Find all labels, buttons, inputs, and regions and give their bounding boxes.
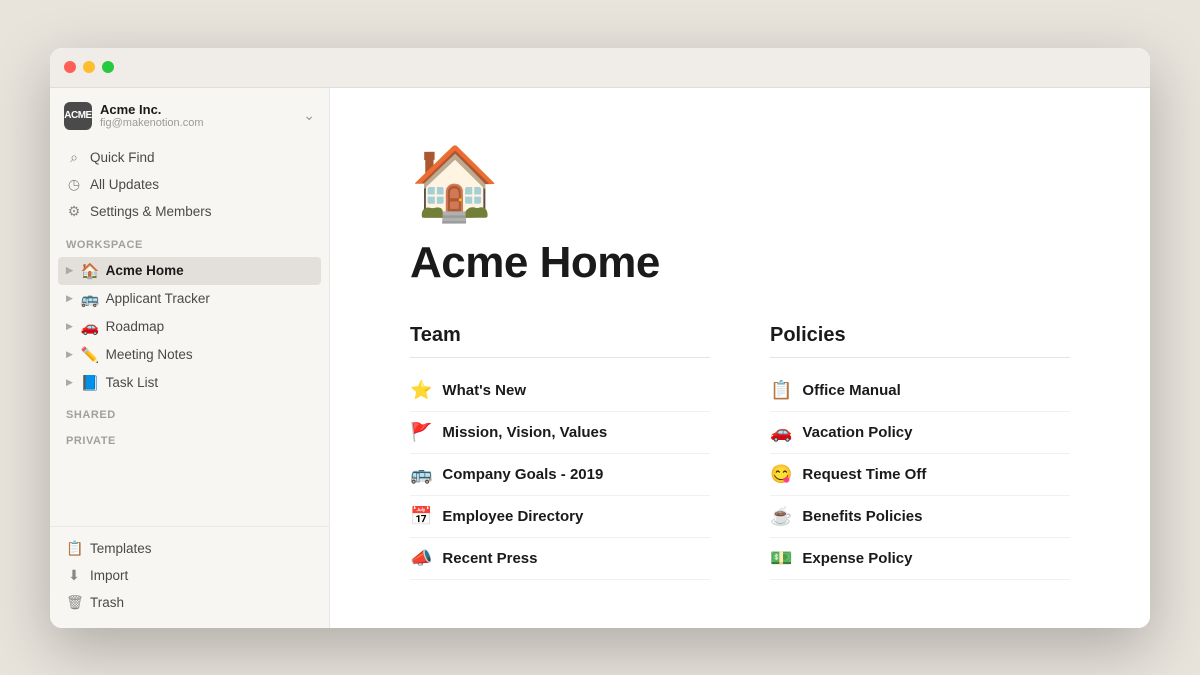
nav-item-import[interactable]: ⬇ Import bbox=[58, 562, 321, 589]
workspace-item-acme-home[interactable]: ▶ 🏠 Acme Home bbox=[58, 257, 321, 285]
item-emoji-acme-home: 🏠 bbox=[81, 262, 100, 280]
policies-item-vacation[interactable]: 🚗 Vacation Policy bbox=[770, 412, 1070, 454]
app-window: ACME Acme Inc. fig@makenotion.com ⌄ ⌕ Qu… bbox=[50, 48, 1150, 628]
chevron-down-icon: ⌄ bbox=[303, 107, 315, 124]
page-icon: 🏠 bbox=[410, 148, 1070, 220]
arrow-icon: ▶ bbox=[66, 349, 73, 360]
nav-label-all-updates: All Updates bbox=[90, 177, 159, 192]
nav-label-settings: Settings & Members bbox=[90, 204, 212, 219]
workspace-item-task-list[interactable]: ▶ 📘 Task List bbox=[58, 369, 321, 397]
team-item-employee-directory[interactable]: 📅 Employee Directory bbox=[410, 496, 710, 538]
item-emoji-roadmap: 🚗 bbox=[81, 318, 100, 336]
arrow-icon: ▶ bbox=[66, 377, 73, 388]
team-item-recent-press[interactable]: 📣 Recent Press bbox=[410, 538, 710, 580]
policies-title: Policies bbox=[770, 324, 1070, 358]
team-item-label-whats-new: What's New bbox=[442, 382, 526, 399]
minimize-button[interactable] bbox=[83, 61, 95, 73]
workspace-items: ▶ 🏠 Acme Home ▶ 🚌 Applicant Tracker ▶ 🚗 … bbox=[50, 255, 329, 399]
item-label-applicant-tracker: Applicant Tracker bbox=[106, 291, 210, 306]
bottom-nav: 📋 Templates ⬇ Import 🗑 Trash bbox=[50, 526, 329, 628]
megaphone-icon: 📣 bbox=[410, 548, 432, 569]
search-icon: ⌕ bbox=[66, 149, 82, 166]
trash-icon: 🗑 bbox=[66, 594, 82, 611]
star-icon: ⭐ bbox=[410, 380, 432, 401]
team-item-label-employee-directory: Employee Directory bbox=[442, 508, 583, 525]
sidebar: ACME Acme Inc. fig@makenotion.com ⌄ ⌕ Qu… bbox=[50, 88, 330, 628]
team-item-label-recent-press: Recent Press bbox=[442, 550, 537, 567]
traffic-lights bbox=[64, 61, 114, 73]
nav-item-quick-find[interactable]: ⌕ Quick Find bbox=[58, 144, 321, 171]
team-item-label-mission: Mission, Vision, Values bbox=[442, 424, 607, 441]
main-content: 🏠 Acme Home Team ⭐ What's New 🚩 Mission,… bbox=[330, 88, 1150, 628]
policies-item-label-office-manual: Office Manual bbox=[802, 382, 900, 399]
import-icon: ⬇ bbox=[66, 567, 82, 584]
workspace-name: Acme Inc. bbox=[100, 102, 204, 117]
satisfied-icon: 😋 bbox=[770, 464, 792, 485]
nav-label-templates: Templates bbox=[90, 541, 152, 556]
nav-label-quick-find: Quick Find bbox=[90, 150, 155, 165]
workspace-item-meeting-notes[interactable]: ▶ ✏️ Meeting Notes bbox=[58, 341, 321, 369]
policies-item-benefits[interactable]: ☕ Benefits Policies bbox=[770, 496, 1070, 538]
nav-item-settings[interactable]: ⚙ Settings & Members bbox=[58, 198, 321, 225]
templates-icon: 📋 bbox=[66, 540, 82, 557]
car-icon: 🚗 bbox=[770, 422, 792, 443]
titlebar bbox=[50, 48, 1150, 88]
arrow-icon: ▶ bbox=[66, 293, 73, 304]
money-icon: 💵 bbox=[770, 548, 792, 569]
sidebar-nav: ⌕ Quick Find ◷ All Updates ⚙ Settings & … bbox=[50, 140, 329, 229]
arrow-icon: ▶ bbox=[66, 265, 73, 276]
team-title: Team bbox=[410, 324, 710, 358]
workspace-header[interactable]: ACME Acme Inc. fig@makenotion.com ⌄ bbox=[50, 88, 329, 140]
team-column: Team ⭐ What's New 🚩 Mission, Vision, Val… bbox=[410, 324, 710, 580]
content-columns: Team ⭐ What's New 🚩 Mission, Vision, Val… bbox=[410, 324, 1070, 580]
item-label-roadmap: Roadmap bbox=[106, 319, 165, 334]
nav-label-trash: Trash bbox=[90, 595, 124, 610]
workspace-email: fig@makenotion.com bbox=[100, 117, 204, 129]
workspace-item-roadmap[interactable]: ▶ 🚗 Roadmap bbox=[58, 313, 321, 341]
workspace-logo: ACME bbox=[64, 102, 92, 130]
item-label-task-list: Task List bbox=[106, 375, 159, 390]
notepad-icon: 📋 bbox=[770, 380, 792, 401]
arrow-icon: ▶ bbox=[66, 321, 73, 332]
nav-item-trash[interactable]: 🗑 Trash bbox=[58, 589, 321, 616]
item-emoji-applicant-tracker: 🚌 bbox=[81, 290, 100, 308]
close-button[interactable] bbox=[64, 61, 76, 73]
policies-column: Policies 📋 Office Manual 🚗 Vacation Poli… bbox=[770, 324, 1070, 580]
bus-icon: 🚌 bbox=[410, 464, 432, 485]
section-label-workspace: WORKSPACE bbox=[50, 229, 329, 255]
policies-item-label-benefits: Benefits Policies bbox=[802, 508, 922, 525]
team-item-whats-new[interactable]: ⭐ What's New bbox=[410, 370, 710, 412]
item-emoji-meeting-notes: ✏️ bbox=[81, 346, 100, 364]
app-body: ACME Acme Inc. fig@makenotion.com ⌄ ⌕ Qu… bbox=[50, 88, 1150, 628]
team-item-label-company-goals: Company Goals - 2019 bbox=[442, 466, 603, 483]
page-title: Acme Home bbox=[410, 238, 1070, 288]
gear-icon: ⚙ bbox=[66, 203, 82, 220]
nav-item-templates[interactable]: 📋 Templates bbox=[58, 535, 321, 562]
policies-item-office-manual[interactable]: 📋 Office Manual bbox=[770, 370, 1070, 412]
clock-icon: ◷ bbox=[66, 176, 82, 193]
maximize-button[interactable] bbox=[102, 61, 114, 73]
workspace-item-applicant-tracker[interactable]: ▶ 🚌 Applicant Tracker bbox=[58, 285, 321, 313]
flag-icon: 🚩 bbox=[410, 422, 432, 443]
team-item-mission[interactable]: 🚩 Mission, Vision, Values bbox=[410, 412, 710, 454]
item-emoji-task-list: 📘 bbox=[81, 374, 100, 392]
policies-item-label-expense: Expense Policy bbox=[802, 550, 912, 567]
calendar-icon: 📅 bbox=[410, 506, 432, 527]
section-label-shared: SHARED bbox=[50, 399, 329, 425]
policies-item-expense[interactable]: 💵 Expense Policy bbox=[770, 538, 1070, 580]
coffee-icon: ☕ bbox=[770, 506, 792, 527]
nav-item-all-updates[interactable]: ◷ All Updates bbox=[58, 171, 321, 198]
workspace-info: Acme Inc. fig@makenotion.com bbox=[100, 102, 204, 129]
workspace-identity: ACME Acme Inc. fig@makenotion.com bbox=[64, 102, 204, 130]
policies-item-label-time-off: Request Time Off bbox=[802, 466, 926, 483]
team-item-company-goals[interactable]: 🚌 Company Goals - 2019 bbox=[410, 454, 710, 496]
nav-label-import: Import bbox=[90, 568, 128, 583]
policies-item-time-off[interactable]: 😋 Request Time Off bbox=[770, 454, 1070, 496]
item-label-meeting-notes: Meeting Notes bbox=[106, 347, 193, 362]
policies-item-label-vacation: Vacation Policy bbox=[802, 424, 912, 441]
item-label-acme-home: Acme Home bbox=[106, 263, 184, 278]
section-label-private: PRIVATE bbox=[50, 425, 329, 451]
